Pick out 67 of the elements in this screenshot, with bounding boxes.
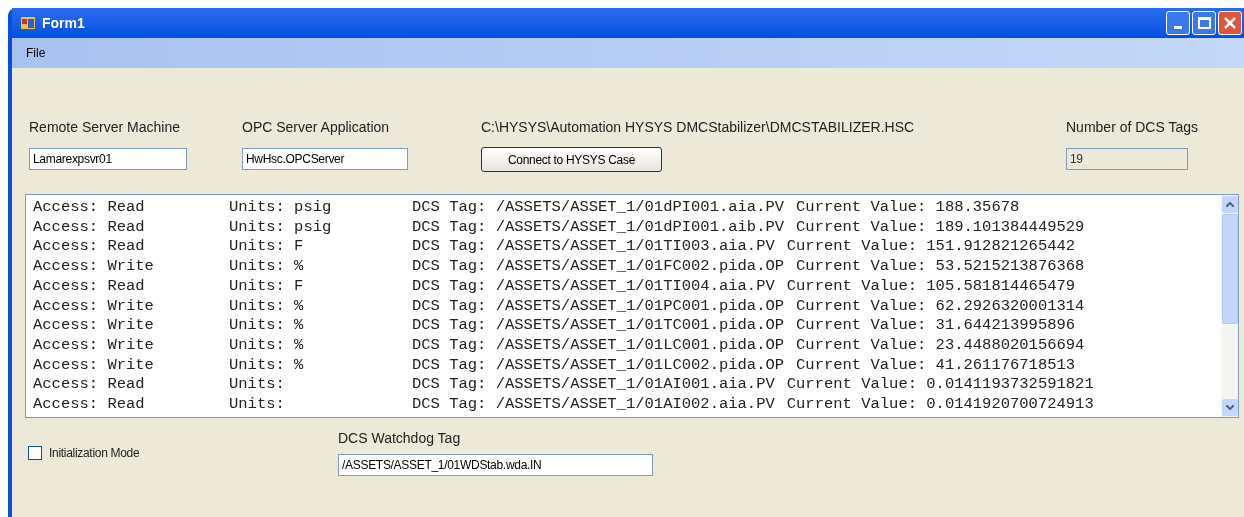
list-cell: Current Value: 105.581814465479	[786, 276, 1076, 297]
list-cell: Current Value: 41.261176718513	[796, 355, 1076, 376]
field-label: OPC Server Application	[242, 118, 391, 137]
maximize-button[interactable]	[1192, 11, 1216, 35]
tag-list[interactable]	[25, 194, 1239, 418]
list-cell-text: Access: Write	[33, 316, 155, 336]
list-cell-text: Access: Read	[33, 198, 146, 218]
list-cell-text: Access: Write	[33, 296, 155, 317]
list-cell: DCS Tag: /ASSETS/ASSET_1/01TI003.aia.PV	[412, 237, 775, 258]
list-cell-text: Access: Write	[33, 257, 155, 277]
list-cell-text: Access: Read	[33, 217, 146, 238]
list-cell-text: Units: %	[229, 355, 305, 376]
close-button[interactable]	[1218, 11, 1242, 35]
list-cell: Current Value: 0.0141193732591821	[786, 375, 1094, 396]
list-cell: DCS Tag: /ASSETS/ASSET_1/01FC002.pida.OP	[412, 257, 785, 277]
list-cell: Current Value: 0.0141920700724913	[786, 395, 1094, 415]
list-cell: DCS Tag: /ASSETS/ASSET_1/01LC001.pida.OP	[412, 335, 785, 356]
list-cell: Current Value: 23.4488020156694	[796, 335, 1085, 356]
list-cell: DCS Tag: /ASSETS/ASSET_1/01AI002.aia.PV	[412, 395, 775, 415]
list-cell-text: Access: Write	[33, 355, 155, 376]
app-icon	[20, 15, 36, 31]
field-label: Remote Server Machine	[29, 118, 181, 137]
list-cell: DCS Tag: /ASSETS/ASSET_1/01dPI001.aib.PV	[412, 217, 785, 238]
list-cell-text: Access: Write	[33, 335, 155, 356]
menu-item[interactable]: File	[26, 44, 46, 62]
list-cell-text: Access: Read	[33, 276, 146, 297]
list-cell: Current Value: 188.35678	[796, 198, 1020, 218]
scroll-down-button[interactable]	[1221, 399, 1238, 416]
list-cell-text: Units: %	[229, 316, 305, 336]
list-cell-text: Units: psig	[229, 198, 333, 218]
list-cell-text: Units: %	[229, 296, 305, 317]
list-cell: DCS Tag: /ASSETS/ASSET_1/01TC001.pida.OP	[412, 316, 785, 336]
case-path-label: C:\HYSYS\Automation HYSYS DMCStabilizer\DMCSTABILIZER.HSC	[481, 118, 916, 137]
field-label: Number of DCS Tags	[1066, 118, 1198, 137]
list-cell: DCS Tag: /ASSETS/ASSET_1/01dPI001.aia.PV	[412, 198, 785, 218]
input-field[interactable]: HwHsc.OPCServer	[242, 148, 408, 170]
field-label: DCS Watchdog Tag	[338, 429, 462, 448]
window-title: Form1	[42, 13, 85, 33]
list-cell: DCS Tag: /ASSETS/ASSET_1/01PC001.pida.OP	[412, 296, 785, 317]
list-cell: DCS Tag: /ASSETS/ASSET_1/01TI004.aia.PV	[412, 276, 775, 297]
list-cell-text: Units: F	[229, 276, 305, 297]
minimize-button[interactable]	[1166, 11, 1190, 35]
list-cell: Current Value: 62.2926320001314	[796, 296, 1085, 317]
list-cell-text: Units: %	[229, 257, 305, 277]
list-cell-text: Units:	[229, 375, 286, 396]
list-cell: Current Value: 53.5215213876368	[796, 257, 1085, 277]
checkbox-label: Initialization Mode	[49, 445, 140, 462]
scroll-up-button[interactable]	[1221, 196, 1238, 213]
list-cell-text: Access: Read	[33, 237, 146, 258]
close-icon	[1224, 17, 1236, 29]
list-cell-text: Access: Read	[33, 395, 146, 415]
list-cell: DCS Tag: /ASSETS/ASSET_1/01AI001.aia.PV	[412, 375, 775, 396]
input-field[interactable]: /ASSETS/ASSET_1/01WDStab.wda.IN	[338, 454, 653, 476]
list-cell-text: Units:	[229, 395, 286, 415]
scroll-thumb[interactable]	[1221, 214, 1238, 324]
input-field[interactable]: Lamarexpsvr01	[29, 148, 187, 170]
scrollbar[interactable]	[1221, 195, 1238, 417]
list-cell-text: Units: psig	[229, 217, 333, 238]
list-cell-text: Access: Read	[33, 375, 146, 396]
checkbox[interactable]	[28, 446, 42, 460]
list-cell: Current Value: 151.912821265442	[786, 237, 1076, 258]
list-cell-text: Units: %	[229, 335, 305, 356]
list-cell-text: Units: F	[229, 237, 305, 258]
list-cell: DCS Tag: /ASSETS/ASSET_1/01LC002.pida.OP	[412, 355, 785, 376]
list-cell: Current Value: 189.101384449529	[796, 217, 1085, 238]
connect-button[interactable]: Connect to HYSYS Case	[481, 147, 662, 172]
list-cell: Current Value: 31.644213995896	[796, 316, 1076, 336]
